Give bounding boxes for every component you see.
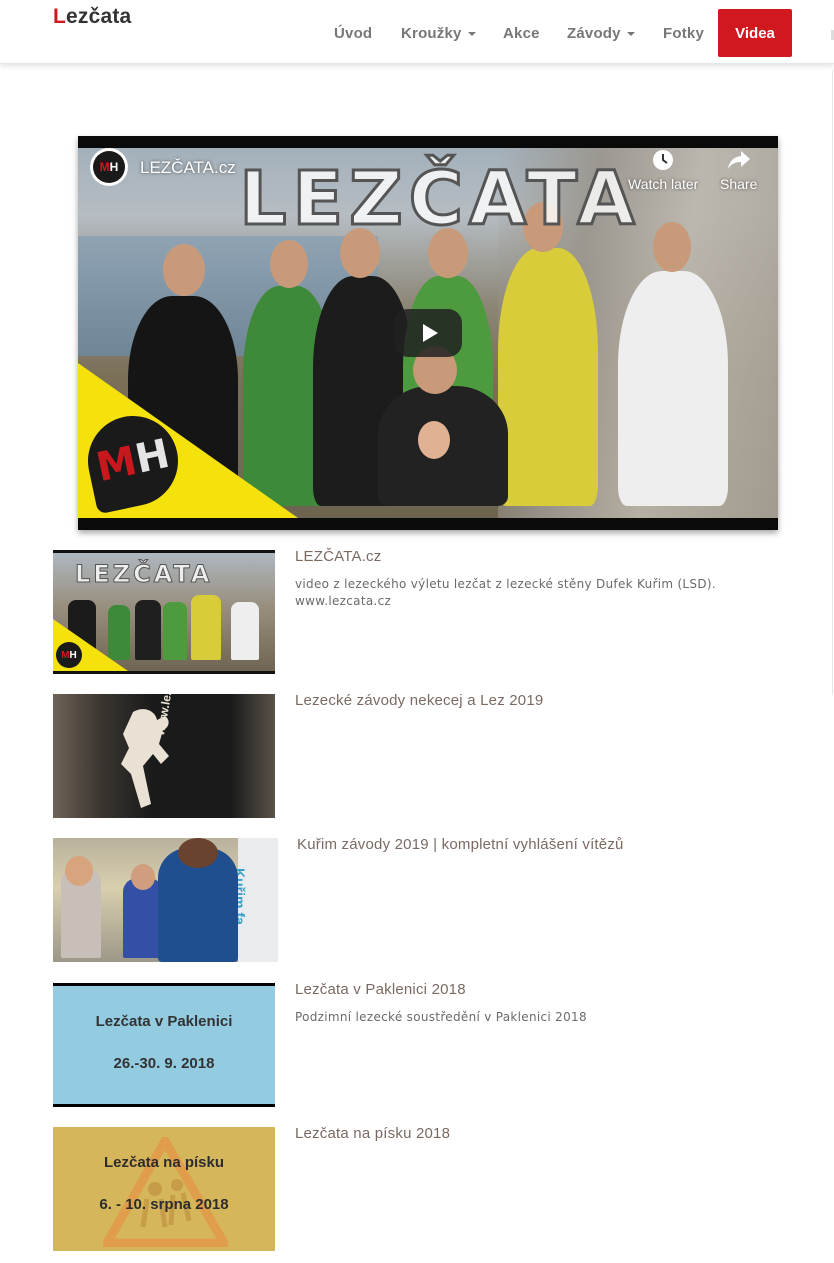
brand-first-letter: L <box>53 5 67 28</box>
video-title-4[interactable]: Lezčata v Paklenici 2018 <box>295 981 466 998</box>
caret-down-icon <box>626 32 635 37</box>
person-figure <box>618 271 728 506</box>
share-button[interactable]: Share <box>720 148 757 192</box>
nav-item-zavody[interactable]: Závody <box>567 25 635 42</box>
nav-item-akce[interactable]: Akce <box>503 25 540 42</box>
caret-down-icon <box>467 32 476 37</box>
video-title-1[interactable]: LEZČATA.cz <box>295 548 381 565</box>
video-thumbnail-4[interactable]: Lezčata v Paklenici 26.-30. 9. 2018 <box>53 983 275 1107</box>
nav-item-krouzky-label: Kroužky <box>401 25 462 42</box>
thumb-line-1: Lezčata na písku <box>103 1154 225 1171</box>
brand-logo[interactable]: Lezčata <box>53 5 131 29</box>
brand-rest: ezčata <box>66 5 132 28</box>
video-title-3[interactable]: Kuřim závody 2019 | kompletní vyhlášení … <box>297 836 624 853</box>
video-channel-title[interactable]: LEZČATA.cz <box>140 158 236 178</box>
nav-item-krouzky[interactable]: Kroužky <box>401 25 476 42</box>
play-icon <box>422 324 438 342</box>
watch-later-button[interactable]: Watch later <box>628 148 698 192</box>
video-description-1: video z lezeckého výletu lezčat z lezeck… <box>295 577 716 608</box>
thumb-line-2: 26.-30. 9. 2018 <box>113 1055 215 1072</box>
clock-icon <box>653 150 674 170</box>
watch-later-label: Watch later <box>628 176 699 192</box>
thumb-line-2: 6. - 10. srpna 2018 <box>99 1196 229 1213</box>
video-thumbnail-5[interactable]: Lezčata na písku 6. - 10. srpna 2018 <box>53 1127 275 1251</box>
nav-item-videa[interactable]: Videa <box>718 9 792 57</box>
video-thumbnail-3[interactable]: Kuřim fa <box>53 838 278 962</box>
thumb-title-text: LEZČATA <box>75 560 213 589</box>
nav-item-zavody-label: Závody <box>567 25 621 42</box>
nav-item-fotky[interactable]: Fotky <box>663 25 704 42</box>
video-description-4: Podzimní lezecké soustředění v Paklenici… <box>295 1010 587 1024</box>
share-arrow-icon <box>727 151 750 169</box>
person-head <box>270 240 308 288</box>
video-thumbnail-2[interactable]: www.lezcata.cz <box>53 694 275 818</box>
person-head <box>163 244 205 296</box>
play-button[interactable] <box>394 309 462 357</box>
video-title-2[interactable]: Lezecké závody nekecej a Lez 2019 <box>295 692 543 709</box>
mh-logo: MH <box>56 642 82 668</box>
share-label: Share <box>720 176 758 192</box>
person-figure <box>498 248 598 506</box>
thumb-line-1: Lezčata v Paklenici <box>95 1013 233 1030</box>
nav-item-uvod[interactable]: Úvod <box>334 25 372 42</box>
video-title-5[interactable]: Lezčata na písku 2018 <box>295 1125 450 1142</box>
climber-print-graphic <box>121 709 169 808</box>
video-thumbnail-1[interactable]: LEZČATA MH <box>53 550 275 674</box>
video-player[interactable]: MH LEZČATA MH LEZČATA.cz Watch later Sha… <box>78 136 778 530</box>
baby-head <box>418 421 450 459</box>
top-navbar: Lezčata Úvod Kroužky Akce Závody Fotky V… <box>0 0 834 64</box>
content-border <box>832 70 833 695</box>
channel-avatar[interactable]: MH <box>90 148 128 186</box>
